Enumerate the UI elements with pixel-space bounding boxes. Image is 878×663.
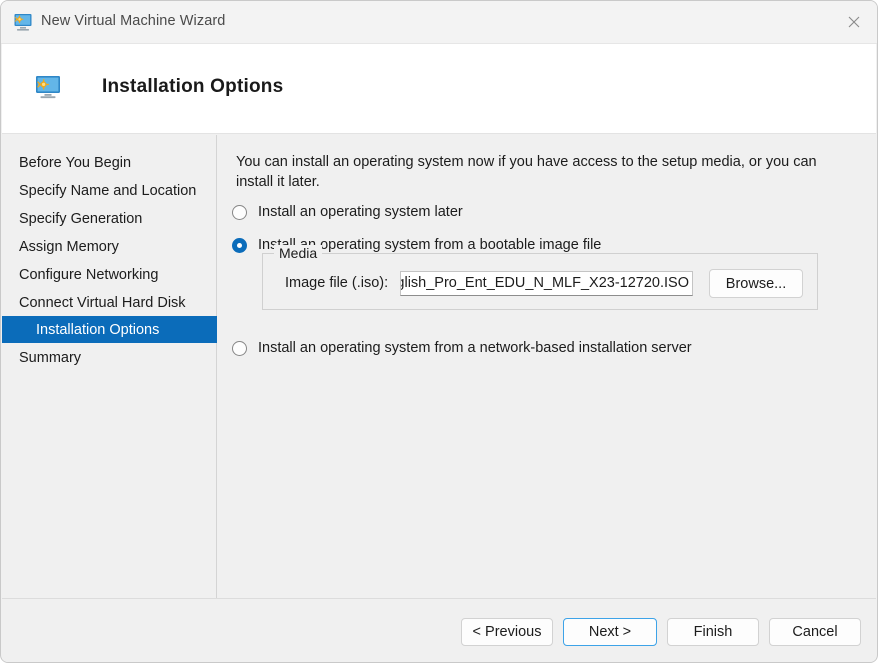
- intro-text: You can install an operating system now …: [236, 154, 817, 190]
- sidebar-item-label: Specify Name and Location: [19, 182, 197, 199]
- radio-selected-icon[interactable]: [232, 238, 247, 253]
- next-button[interactable]: Next >: [563, 618, 657, 646]
- media-group-legend: Media: [274, 245, 323, 261]
- window-title: New Virtual Machine Wizard: [41, 13, 226, 29]
- sidebar-item-assign-memory[interactable]: Assign Memory: [2, 233, 217, 260]
- option-label: Install an operating system later: [258, 204, 463, 220]
- media-group-box: Media Image file (.iso): SIT_English_Pro…: [262, 245, 818, 310]
- virtual-machine-monitor-icon: [13, 12, 33, 32]
- sidebar-item-summary[interactable]: Summary: [2, 344, 217, 371]
- image-file-input[interactable]: SIT_English_Pro_Ent_EDU_N_MLF_X23-12720.…: [400, 271, 693, 296]
- wizard-step-nav: Before You Begin Specify Name and Locati…: [2, 135, 217, 598]
- sidebar-item-connect-virtual-hard-disk[interactable]: Connect Virtual Hard Disk: [2, 289, 217, 316]
- sidebar-item-installation-options[interactable]: Installation Options: [2, 316, 217, 343]
- sidebar-item-before-you-begin[interactable]: Before You Begin: [2, 149, 217, 176]
- title-bar: New Virtual Machine Wizard: [1, 1, 877, 44]
- sidebar-item-specify-name-and-location[interactable]: Specify Name and Location: [2, 177, 217, 204]
- image-file-value: SIT_English_Pro_Ent_EDU_N_MLF_X23-12720.…: [401, 275, 689, 291]
- wizard-footer: < Previous Next > Finish Cancel: [2, 598, 876, 662]
- wizard-body: Before You Begin Specify Name and Locati…: [2, 135, 876, 598]
- sidebar-item-label: Connect Virtual Hard Disk: [19, 294, 186, 311]
- option-label: Install an operating system from a netwo…: [258, 340, 692, 356]
- sidebar-item-label: Assign Memory: [19, 238, 119, 255]
- option-install-later[interactable]: Install an operating system later: [232, 204, 463, 221]
- new-virtual-machine-wizard-window: New Virtual Machine Wizard Installation …: [0, 0, 878, 663]
- sidebar-item-label: Specify Generation: [19, 210, 143, 227]
- virtual-machine-monitor-icon: [35, 75, 61, 99]
- browse-button[interactable]: Browse...: [709, 269, 803, 298]
- close-icon[interactable]: [831, 1, 877, 43]
- image-file-label: Image file (.iso):: [285, 275, 389, 291]
- wizard-header: Installation Options: [2, 44, 876, 134]
- option-install-from-network-server[interactable]: Install an operating system from a netwo…: [232, 340, 692, 357]
- page-title: Installation Options: [102, 76, 284, 97]
- sidebar-item-configure-networking[interactable]: Configure Networking: [2, 261, 217, 288]
- radio-icon[interactable]: [232, 341, 247, 356]
- sidebar-item-label: Configure Networking: [19, 266, 159, 283]
- cancel-button[interactable]: Cancel: [769, 618, 861, 646]
- finish-button[interactable]: Finish: [667, 618, 759, 646]
- radio-icon[interactable]: [232, 205, 247, 220]
- previous-button[interactable]: < Previous: [461, 618, 553, 646]
- wizard-content: You can install an operating system now …: [218, 135, 876, 598]
- sidebar-item-label: Installation Options: [36, 321, 160, 338]
- sidebar-item-label: Before You Begin: [19, 154, 132, 171]
- sidebar-item-label: Summary: [19, 349, 82, 366]
- sidebar-item-specify-generation[interactable]: Specify Generation: [2, 205, 217, 232]
